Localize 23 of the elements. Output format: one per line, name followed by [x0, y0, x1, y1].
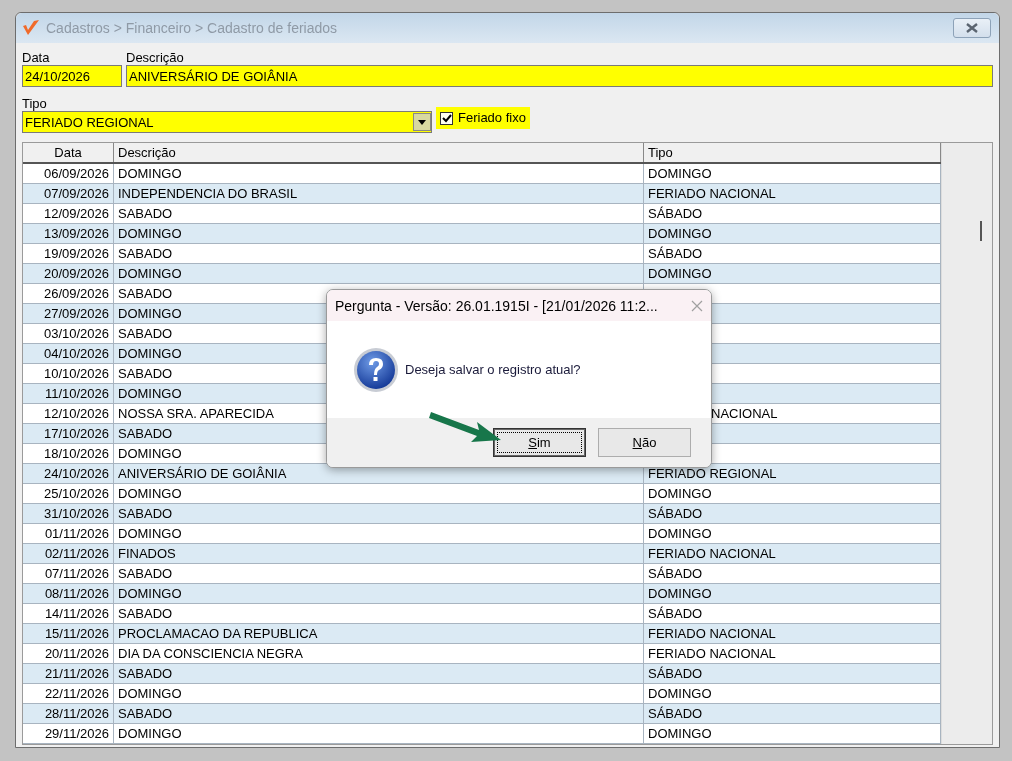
type-dropdown[interactable]: FERIADO REGIONAL	[22, 111, 432, 133]
dialog-message: Deseja salvar o registro atual?	[405, 362, 581, 377]
question-icon	[353, 346, 399, 393]
scrollbar[interactable]	[941, 143, 992, 744]
field-label: Data	[22, 51, 51, 65]
logo-icon	[22, 19, 40, 37]
table-cell: DOMINGO	[114, 724, 644, 744]
close-button[interactable]	[953, 18, 991, 38]
table-cell: DOMINGO	[644, 724, 941, 744]
dialog-button[interactable]: Sim	[493, 428, 586, 457]
input-field[interactable]: 24/10/2026	[22, 65, 122, 87]
caret-icon	[413, 113, 431, 131]
table-cell: 29/11/2026	[23, 724, 114, 744]
field-label: Descrição	[126, 51, 185, 65]
column-header[interactable]: Data	[23, 143, 114, 162]
checkbox-label: Feriado fixo	[458, 111, 526, 125]
checkbox[interactable]	[440, 111, 453, 125]
dialog-button[interactable]: Não	[598, 428, 691, 457]
input-field[interactable]: ANIVERSÁRIO DE GOIÂNIA	[126, 65, 993, 87]
close-icon	[965, 23, 979, 33]
field-label: Tipo	[22, 97, 48, 111]
column-header[interactable]: Descrição	[114, 143, 644, 162]
window-title: Cadastros > Financeiro > Cadastro de feriados	[46, 20, 339, 36]
